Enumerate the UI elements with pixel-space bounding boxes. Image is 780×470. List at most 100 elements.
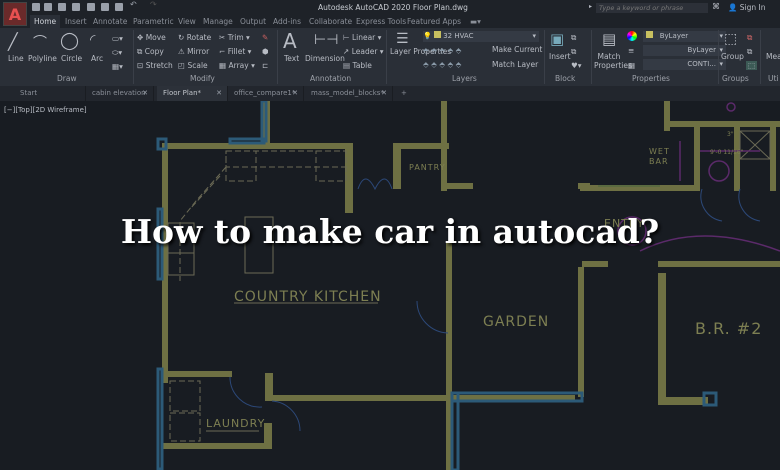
dimension-text: 9'-0 11/16": [710, 149, 744, 156]
color-dropdown[interactable]: ByLayer ▾: [643, 31, 726, 42]
save-icon[interactable]: [58, 3, 66, 11]
tab-view[interactable]: View: [178, 17, 196, 26]
plot-icon[interactable]: [115, 3, 123, 11]
tab-home[interactable]: Home: [30, 15, 61, 28]
tab-express-tools[interactable]: Express Tools: [356, 17, 406, 26]
redo-icon[interactable]: ↷: [150, 0, 158, 9]
share-icon[interactable]: [101, 3, 109, 11]
layers-panel-label[interactable]: Layers: [452, 74, 477, 83]
tab-annotate[interactable]: Annotate: [93, 17, 127, 26]
autocad-logo-button[interactable]: A: [3, 2, 27, 26]
create-block-icon[interactable]: ⧉: [571, 33, 576, 43]
tab-insert[interactable]: Insert: [65, 17, 87, 26]
close-icon[interactable]: ✕: [292, 86, 298, 101]
arc-icon: ◜: [90, 32, 96, 48]
trim-button[interactable]: ✂ Trim ▾: [219, 33, 250, 42]
color-value: ByLayer: [659, 32, 689, 40]
dimension-button[interactable]: Dimension: [305, 54, 345, 63]
close-icon[interactable]: ✕: [216, 86, 222, 101]
new-icon[interactable]: [32, 3, 40, 11]
match-layer-button[interactable]: Match Layer: [492, 60, 538, 69]
tab-parametric[interactable]: Parametric: [133, 17, 174, 26]
measure-button[interactable]: Mea: [766, 52, 780, 61]
open-icon[interactable]: [44, 3, 52, 11]
hatch-icon[interactable]: ▦▾: [112, 62, 123, 71]
color-wheel-icon[interactable]: [627, 31, 637, 41]
file-tab-floor-plan[interactable]: Floor Plan* ✕: [157, 86, 228, 101]
group-edit-icon[interactable]: ⧉: [747, 47, 752, 57]
group-button[interactable]: Group: [721, 52, 744, 61]
scale-button[interactable]: ◰ Scale: [178, 61, 208, 70]
tab-collaborate[interactable]: Collaborate: [309, 17, 352, 26]
layer-tools-row2-icons[interactable]: ⬘ ⬘ ⬘ ⬘ ⬘: [423, 60, 461, 69]
draw-panel-label[interactable]: Draw: [57, 74, 77, 83]
linear-button[interactable]: ⊢ Linear ▾: [343, 33, 381, 42]
layer-tools-row1-icons[interactable]: ⬘ ⬘ ⬘ ⬘ ⬘: [423, 46, 461, 55]
table-icon: ▤: [343, 61, 351, 70]
make-current-button[interactable]: Make Current: [492, 45, 542, 54]
edit-block-icon[interactable]: ⧉: [571, 47, 576, 57]
array-button[interactable]: ▦ Array ▾: [219, 61, 255, 70]
offset-icon[interactable]: ⊏: [262, 61, 268, 70]
workspace-icon[interactable]: ▬▾: [470, 17, 481, 26]
group-selection-icon[interactable]: ⬚: [746, 61, 758, 70]
rotate-button[interactable]: ↻ Rotate: [178, 33, 211, 42]
tab-output[interactable]: Output: [240, 17, 266, 26]
undo-icon[interactable]: ↶: [130, 0, 138, 9]
move-button[interactable]: ✥ Move: [137, 33, 166, 42]
arc-button[interactable]: Arc: [91, 54, 103, 63]
tab-manage[interactable]: Manage: [203, 17, 233, 26]
drawing-viewport[interactable]: COUNTRY KITCHEN GARDEN PANTRY LAUNDRY WE…: [0, 101, 780, 470]
explode-icon[interactable]: ⬢: [262, 47, 269, 56]
erase-icon[interactable]: ✎: [262, 33, 268, 42]
file-tab-office-compare[interactable]: office_compare1* ✕: [228, 86, 304, 101]
rectangle-icon[interactable]: ▭▾: [112, 34, 123, 43]
copy-button[interactable]: ⧉ Copy: [137, 47, 164, 57]
match-properties-button[interactable]: Match Properties: [594, 52, 632, 70]
lineweight-dropdown[interactable]: ByLayer ▾: [643, 45, 726, 56]
insert-button[interactable]: Insert: [549, 52, 571, 61]
block-panel-label[interactable]: Block: [555, 74, 575, 83]
viewport-controls[interactable]: [−][Top][2D Wireframe]: [4, 106, 87, 114]
line-button[interactable]: Line: [8, 54, 24, 63]
table-button[interactable]: ▤ Table: [343, 61, 372, 70]
circle-icon: ◯: [60, 31, 80, 51]
circle-button[interactable]: Circle: [61, 54, 82, 63]
fillet-button[interactable]: ⌐ Fillet ▾: [219, 47, 251, 56]
stretch-icon: ⊡: [137, 61, 144, 70]
new-tab-button[interactable]: +: [395, 86, 411, 101]
stretch-button[interactable]: ⊡ Stretch: [137, 61, 173, 70]
web-mobile-icon[interactable]: [87, 3, 95, 11]
room-label-wet: WET: [649, 147, 670, 156]
close-icon[interactable]: ✕: [142, 86, 148, 101]
groups-panel-label[interactable]: Groups: [722, 74, 749, 83]
sign-in-button[interactable]: 👤 Sign In: [728, 3, 765, 12]
polyline-button[interactable]: Polyline: [28, 54, 57, 63]
mirror-button[interactable]: ⚠ Mirror: [178, 47, 209, 56]
current-layer: 32 HVAC: [443, 32, 474, 40]
annotation-panel-label[interactable]: Annotation: [310, 74, 351, 83]
binoculars-icon[interactable]: ⌘: [712, 2, 720, 11]
leader-button[interactable]: ↗ Leader ▾: [343, 47, 384, 56]
room-label-pantry: PANTRY: [409, 163, 446, 172]
ellipse-icon[interactable]: ⬭▾: [112, 48, 122, 58]
layer-dropdown[interactable]: 💡 32 HVAC ▾: [423, 31, 539, 42]
overlay-title: How to make car in autocad?: [120, 212, 660, 251]
properties-panel-label[interactable]: Properties: [632, 74, 670, 83]
ungroup-icon[interactable]: ⧉: [747, 33, 752, 43]
utilities-panel-label[interactable]: Uti: [768, 74, 779, 83]
file-tab-start[interactable]: Start: [14, 86, 86, 101]
search-arrow-icon: ▸: [589, 3, 593, 10]
tab-featured-apps[interactable]: Featured Apps: [407, 17, 461, 26]
save-as-icon[interactable]: [72, 3, 80, 11]
linetype-dropdown[interactable]: CONTI... ▾: [643, 59, 726, 70]
edit-attributes-icon[interactable]: ♥▾: [571, 61, 582, 70]
text-button[interactable]: Text: [284, 54, 299, 63]
file-tab-cabin-elevation[interactable]: cabin elevation ✕: [86, 86, 154, 101]
file-tab-mass-model-blocks[interactable]: mass_model_blocks* ✕: [305, 86, 393, 101]
modify-panel-label[interactable]: Modify: [190, 74, 215, 83]
search-input[interactable]: Type a keyword or phrase: [596, 3, 708, 13]
tab-add-ins[interactable]: Add-ins: [273, 17, 301, 26]
close-icon[interactable]: ✕: [381, 86, 387, 101]
text-icon: A: [283, 29, 297, 53]
